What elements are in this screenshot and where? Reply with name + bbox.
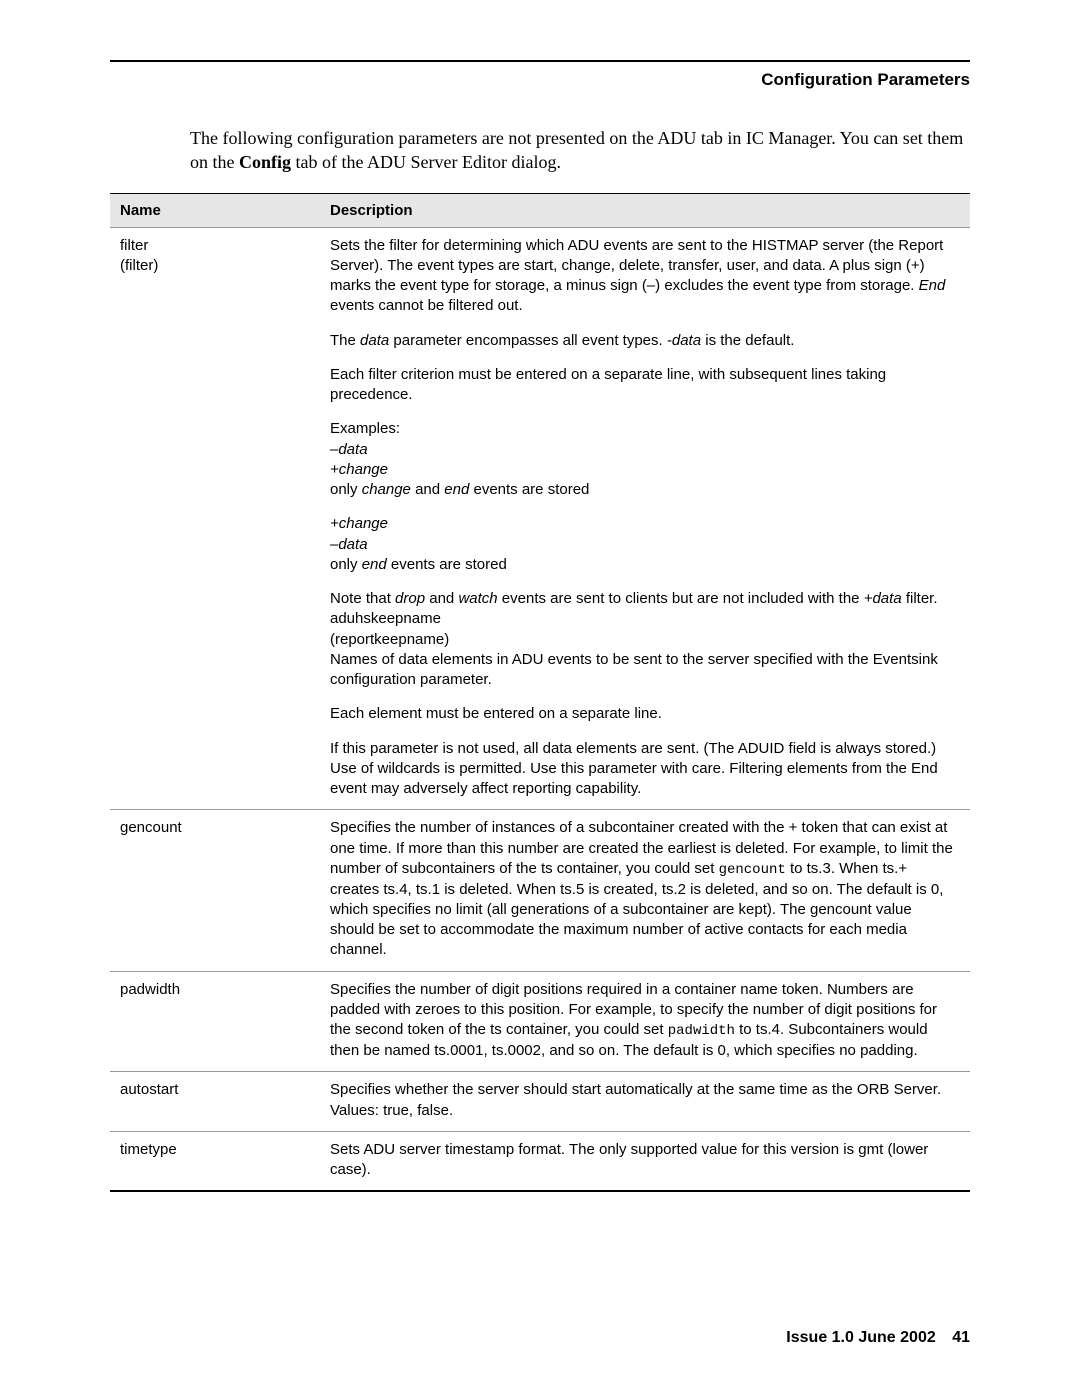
table-row: autostartSpecifies whether the server sh… [110, 1072, 970, 1132]
param-name: gencount [110, 810, 320, 971]
param-name: filter (filter) [110, 227, 320, 810]
table-bottom-rule [110, 1190, 970, 1192]
intro-bold: Config [239, 152, 291, 172]
page: Configuration Parameters The following c… [0, 0, 1080, 1397]
param-description: Sets ADU server timestamp format. The on… [320, 1131, 970, 1190]
col-header-description: Description [320, 193, 970, 227]
param-description: Specifies the number of digit positions … [320, 971, 970, 1072]
table-row: padwidthSpecifies the number of digit po… [110, 971, 970, 1072]
table-body: filter (filter)Sets the filter for deter… [110, 227, 970, 1190]
param-name: padwidth [110, 971, 320, 1072]
header-rule [110, 60, 970, 62]
footer-date: June 2002 [858, 1329, 935, 1346]
table-row: timetypeSets ADU server timestamp format… [110, 1131, 970, 1190]
page-footer: Issue 1.0 June 2002 41 [786, 1329, 970, 1347]
param-name: timetype [110, 1131, 320, 1190]
table-row: gencountSpecifies the number of instance… [110, 810, 970, 971]
intro-text-2: tab of the ADU Server Editor dialog. [291, 152, 561, 172]
parameters-table: Name Description filter (filter)Sets the… [110, 193, 970, 1191]
col-header-name: Name [110, 193, 320, 227]
footer-issue: Issue 1.0 [786, 1329, 854, 1346]
table-row: filter (filter)Sets the filter for deter… [110, 227, 970, 810]
param-description: Sets the filter for determining which AD… [320, 227, 970, 810]
page-header-title: Configuration Parameters [110, 70, 970, 90]
table-header-row: Name Description [110, 193, 970, 227]
param-name: autostart [110, 1072, 320, 1132]
intro-paragraph: The following configuration parameters a… [190, 126, 970, 175]
param-description: Specifies whether the server should star… [320, 1072, 970, 1132]
footer-page-number: 41 [952, 1329, 970, 1346]
param-description: Specifies the number of instances of a s… [320, 810, 970, 971]
